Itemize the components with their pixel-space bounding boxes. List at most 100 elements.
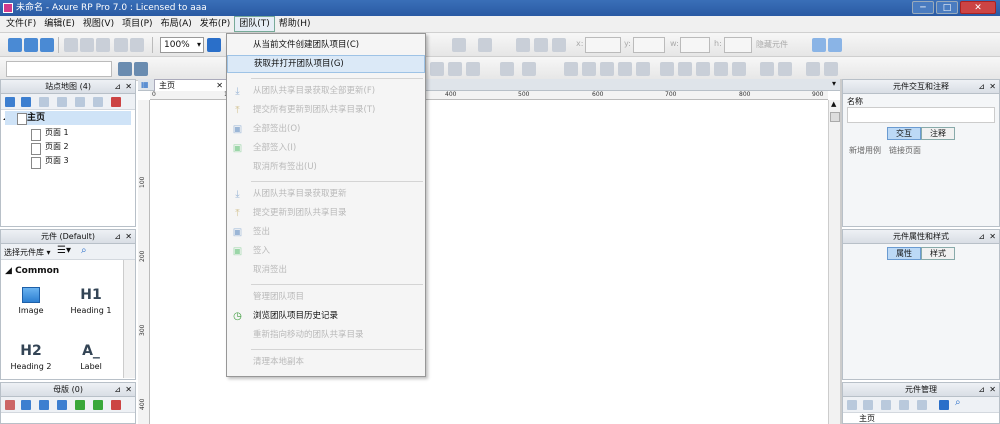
menu-item-create-team-project[interactable]: 从当前文件创建团队项目(C) (227, 36, 425, 54)
close-icon[interactable]: ✕ (125, 80, 132, 94)
fill-color-icon[interactable] (452, 38, 466, 52)
menu-publish[interactable]: 发布(P) (196, 16, 234, 32)
menu-item-browse-history[interactable]: ◷ 浏览团队项目历史记录 (227, 307, 425, 325)
font-select[interactable] (6, 61, 112, 77)
move-up-icon[interactable] (881, 400, 891, 410)
cut-icon[interactable] (64, 38, 78, 52)
close-icon[interactable]: ✕ (989, 230, 996, 244)
move-down-icon[interactable] (899, 400, 909, 410)
line-style-icon[interactable] (552, 38, 566, 52)
menu-item-check-out-all[interactable]: ▣ 全部签出(O) (227, 120, 425, 138)
delete-icon[interactable] (917, 400, 927, 410)
page-list-icon[interactable]: ▦ (141, 80, 149, 89)
h-field[interactable] (724, 37, 752, 53)
link-page-link[interactable]: 链接页面 (889, 145, 921, 156)
outdent-icon[interactable] (93, 400, 103, 410)
move-down-icon[interactable] (57, 97, 67, 107)
pin-icon[interactable]: ⊿ (978, 230, 985, 244)
delete-page-icon[interactable] (111, 97, 121, 107)
add-master-icon[interactable] (5, 400, 15, 410)
tab-list-icon[interactable]: ▾ (832, 79, 836, 88)
menu-item-manage-team-project[interactable]: 管理团队项目 (227, 288, 425, 306)
align-bottom-icon[interactable] (696, 62, 710, 76)
bring-front-icon[interactable] (582, 62, 596, 76)
distribute-h-icon[interactable] (714, 62, 728, 76)
add-page-icon[interactable] (5, 97, 15, 107)
shadow-icon[interactable] (478, 38, 492, 52)
close-icon[interactable]: ✕ (989, 80, 996, 94)
pin-icon[interactable]: ⊿ (114, 80, 121, 94)
lock-icon[interactable] (760, 62, 774, 76)
distribute-v-icon[interactable] (732, 62, 746, 76)
menu-layout[interactable]: 布局(A) (157, 16, 196, 32)
x-field[interactable] (585, 37, 621, 53)
canvas-scrollbar[interactable]: ▲ (828, 100, 840, 424)
library-selector[interactable]: 选择元件库 ▾ (4, 247, 51, 258)
distribute-extra-icon[interactable] (824, 62, 838, 76)
menu-project[interactable]: 项目(P) (118, 16, 156, 32)
align-middle-icon[interactable] (678, 62, 692, 76)
add-folder-icon[interactable] (21, 400, 31, 410)
align-right-icon[interactable] (466, 62, 480, 76)
preview-icon[interactable] (812, 38, 826, 52)
indent-icon[interactable] (75, 400, 85, 410)
manager-root[interactable]: 主页 (859, 413, 875, 424)
unlock-icon[interactable] (778, 62, 792, 76)
minimize-button[interactable]: ─ (912, 1, 934, 14)
menu-item-check-out[interactable]: ▣ 签出 (227, 223, 425, 241)
move-up-icon[interactable] (39, 400, 49, 410)
pin-icon[interactable]: ⊿ (978, 80, 985, 94)
outdent-icon[interactable] (93, 97, 103, 107)
maximize-button[interactable]: □ (936, 1, 958, 14)
name-input[interactable] (847, 107, 995, 123)
close-icon[interactable]: ✕ (125, 230, 132, 244)
widget-image[interactable]: Image (5, 284, 57, 315)
tab-home[interactable]: 主页 ✕ (154, 79, 228, 91)
menu-item-check-in[interactable]: ▣ 签入 (227, 242, 425, 260)
widget-label[interactable]: A_ Label (65, 340, 117, 371)
new-case-link[interactable]: 新增用例 (849, 145, 881, 156)
close-icon[interactable]: ✕ (125, 383, 132, 397)
redo-icon[interactable] (130, 38, 144, 52)
align-left-icon[interactable] (430, 62, 444, 76)
menu-file[interactable]: 文件(F) (2, 16, 40, 32)
indent-icon[interactable] (75, 97, 85, 107)
menu-help[interactable]: 帮助(H) (275, 16, 315, 32)
paste-icon[interactable] (96, 38, 110, 52)
align-extra-icon[interactable] (806, 62, 820, 76)
filter-icon[interactable] (939, 400, 949, 410)
menu-item-get-all-changes[interactable]: ⤓ 从团队共享目录获取全部更新(F) (227, 82, 425, 100)
close-icon[interactable]: ✕ (989, 383, 996, 397)
pin-icon[interactable]: ⊿ (114, 230, 121, 244)
align-center-icon[interactable] (448, 62, 462, 76)
format-painter-icon[interactable] (118, 62, 132, 76)
menu-item-clean-local-copy[interactable]: 清理本地副本 (227, 353, 425, 371)
arrange-icon[interactable] (564, 62, 578, 76)
bullet-icon[interactable] (522, 62, 536, 76)
sitemap-root-page[interactable]: 主页 (5, 111, 131, 125)
menu-edit[interactable]: 编辑(E) (40, 16, 79, 32)
manager-tool-icon[interactable] (847, 400, 857, 410)
send-back-icon[interactable] (600, 62, 614, 76)
widget-group-common[interactable]: ◢ Common (5, 266, 59, 276)
widget-heading2[interactable]: H2 Heading 2 (5, 340, 57, 371)
publish-icon[interactable] (828, 38, 842, 52)
select-mode-icon[interactable] (207, 38, 221, 52)
menu-item-send-all-changes[interactable]: ⤒ 提交所有更新到团队共享目录(T) (227, 101, 425, 119)
menu-item-undo-all-checkouts[interactable]: 取消所有签出(U) (227, 158, 425, 176)
y-field[interactable] (633, 37, 665, 53)
menu-item-repoint-directory[interactable]: 重新指向移动的团队共享目录 (227, 326, 425, 344)
open-file-icon[interactable] (24, 38, 38, 52)
hide-widget-label[interactable]: 隐藏元件 (756, 39, 788, 50)
line-width-icon[interactable] (534, 38, 548, 52)
group-icon[interactable] (618, 62, 632, 76)
menu-item-get-team-project[interactable]: 获取并打开团队项目(G) (227, 55, 425, 73)
pin-icon[interactable]: ⊿ (978, 383, 985, 397)
menu-item-check-in-all[interactable]: ▣ 全部签入(I) (227, 139, 425, 157)
menu-view[interactable]: 视图(V) (79, 16, 118, 32)
close-tab-icon[interactable]: ✕ (216, 80, 223, 91)
save-icon[interactable] (40, 38, 54, 52)
manager-tool-icon[interactable] (863, 400, 873, 410)
close-button[interactable]: ✕ (960, 1, 996, 14)
add-folder-icon[interactable] (21, 97, 31, 107)
